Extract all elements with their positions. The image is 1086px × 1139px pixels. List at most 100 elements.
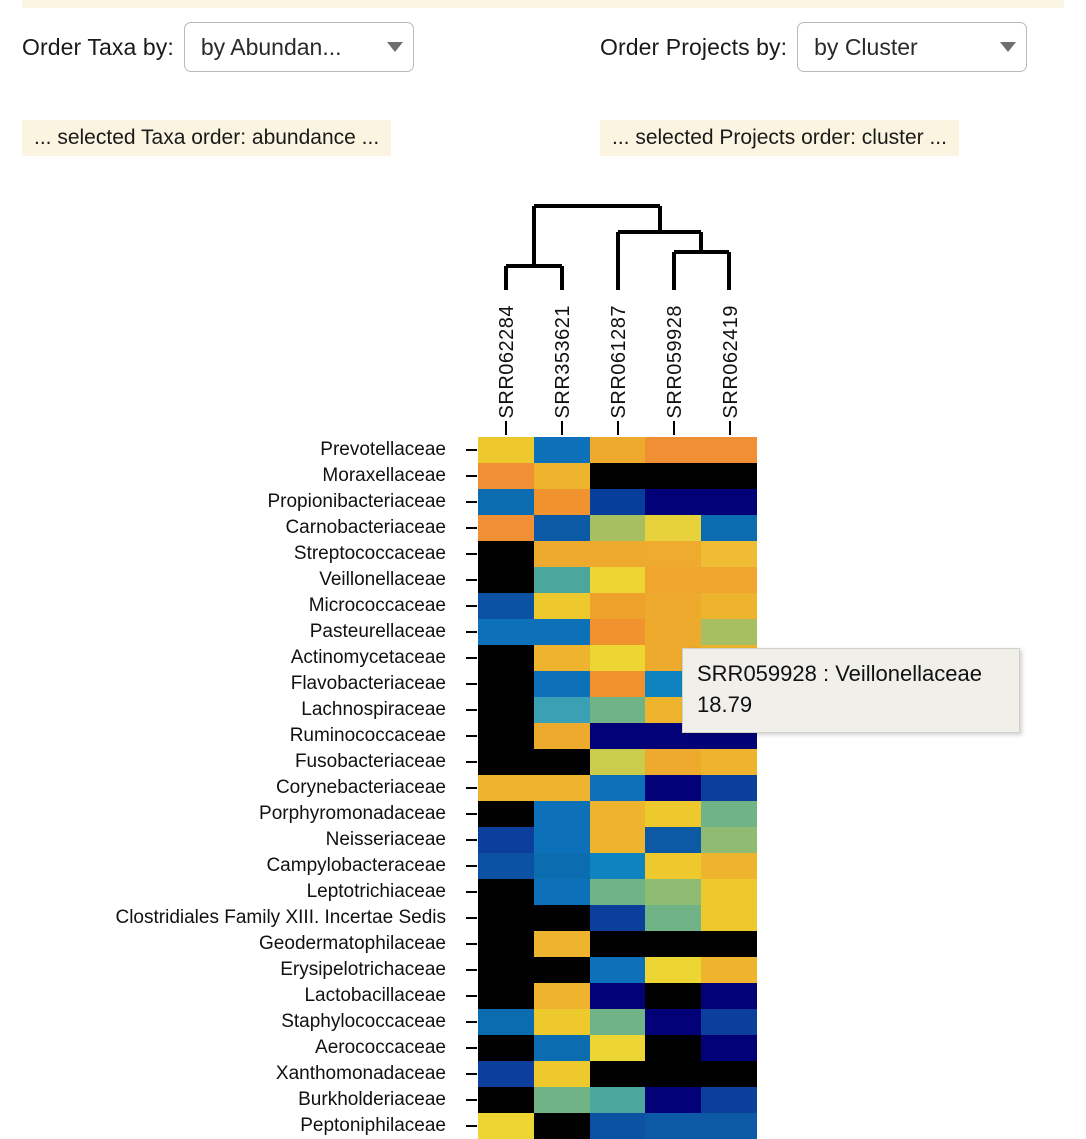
heatmap-cell[interactable] xyxy=(701,749,757,775)
heatmap-cell[interactable] xyxy=(645,905,702,931)
heatmap-cell[interactable] xyxy=(533,489,590,515)
heatmap-cell[interactable] xyxy=(645,775,702,801)
heatmap-cell[interactable] xyxy=(645,567,702,593)
heatmap-cell[interactable] xyxy=(478,1087,534,1113)
heatmap-cell[interactable] xyxy=(645,957,702,983)
heatmap-cell[interactable] xyxy=(533,1087,590,1113)
heatmap-cell[interactable] xyxy=(478,827,534,853)
heatmap-cell[interactable] xyxy=(589,593,646,619)
heatmap-cell[interactable] xyxy=(533,853,590,879)
heatmap-cell[interactable] xyxy=(478,567,534,593)
heatmap-cell[interactable] xyxy=(701,593,757,619)
heatmap-cell[interactable] xyxy=(478,853,534,879)
heatmap-cell[interactable] xyxy=(701,541,757,567)
heatmap-cell[interactable] xyxy=(701,931,757,957)
heatmap-cell[interactable] xyxy=(533,957,590,983)
heatmap-cell[interactable] xyxy=(589,749,646,775)
heatmap-cell[interactable] xyxy=(701,1087,757,1113)
heatmap-cell[interactable] xyxy=(701,801,757,827)
heatmap-cell[interactable] xyxy=(589,1035,646,1061)
heatmap-cell[interactable] xyxy=(533,567,590,593)
heatmap-cell[interactable] xyxy=(589,931,646,957)
heatmap-cell[interactable] xyxy=(533,723,590,749)
heatmap-cell[interactable] xyxy=(478,749,534,775)
heatmap-cell[interactable] xyxy=(478,1035,534,1061)
heatmap-cell[interactable] xyxy=(645,931,702,957)
heatmap-cell[interactable] xyxy=(533,775,590,801)
heatmap-cell[interactable] xyxy=(478,697,534,723)
heatmap-cell[interactable] xyxy=(701,905,757,931)
heatmap-cell[interactable] xyxy=(701,619,757,645)
heatmap-cell[interactable] xyxy=(645,1009,702,1035)
heatmap-cell[interactable] xyxy=(478,619,534,645)
heatmap-cell[interactable] xyxy=(645,1113,702,1139)
heatmap-cell[interactable] xyxy=(645,853,702,879)
heatmap-cell[interactable] xyxy=(478,593,534,619)
heatmap-cell[interactable] xyxy=(589,879,646,905)
heatmap-cell[interactable] xyxy=(478,905,534,931)
heatmap-cell[interactable] xyxy=(478,463,534,489)
heatmap-cell[interactable] xyxy=(645,1087,702,1113)
heatmap-cell[interactable] xyxy=(478,879,534,905)
heatmap-cell[interactable] xyxy=(701,1113,757,1139)
heatmap-cell[interactable] xyxy=(533,697,590,723)
heatmap-cell[interactable] xyxy=(589,1113,646,1139)
heatmap-cell[interactable] xyxy=(645,541,702,567)
heatmap-cell[interactable] xyxy=(645,463,702,489)
heatmap-cell[interactable] xyxy=(701,853,757,879)
heatmap-cell[interactable] xyxy=(533,437,590,463)
heatmap-cell[interactable] xyxy=(645,619,702,645)
heatmap-cell[interactable] xyxy=(478,489,534,515)
heatmap-cell[interactable] xyxy=(589,567,646,593)
heatmap-cell[interactable] xyxy=(701,957,757,983)
heatmap-cell[interactable] xyxy=(589,671,646,697)
heatmap-cell[interactable] xyxy=(589,463,646,489)
heatmap-cell[interactable] xyxy=(701,1035,757,1061)
heatmap-cell[interactable] xyxy=(478,801,534,827)
heatmap-cell[interactable] xyxy=(589,827,646,853)
heatmap-cell[interactable] xyxy=(478,671,534,697)
heatmap-cell[interactable] xyxy=(645,827,702,853)
heatmap-cell[interactable] xyxy=(478,1009,534,1035)
heatmap-cell[interactable] xyxy=(533,1035,590,1061)
heatmap-cell[interactable] xyxy=(589,1009,646,1035)
heatmap-cell[interactable] xyxy=(589,983,646,1009)
heatmap-cell[interactable] xyxy=(533,593,590,619)
heatmap-cell[interactable] xyxy=(701,983,757,1009)
heatmap-cell[interactable] xyxy=(478,775,534,801)
heatmap-cell[interactable] xyxy=(589,489,646,515)
heatmap-cell[interactable] xyxy=(589,905,646,931)
heatmap-cell[interactable] xyxy=(533,515,590,541)
heatmap-cell[interactable] xyxy=(533,931,590,957)
heatmap-cell[interactable] xyxy=(478,1061,534,1087)
heatmap-cell[interactable] xyxy=(533,983,590,1009)
heatmap-cell[interactable] xyxy=(589,697,646,723)
heatmap-cell[interactable] xyxy=(478,983,534,1009)
heatmap-cell[interactable] xyxy=(478,957,534,983)
heatmap-cell[interactable] xyxy=(701,775,757,801)
heatmap-grid[interactable] xyxy=(478,437,757,1139)
heatmap-cell[interactable] xyxy=(533,1061,590,1087)
heatmap-cell[interactable] xyxy=(478,541,534,567)
heatmap-cell[interactable] xyxy=(533,905,590,931)
heatmap-cell[interactable] xyxy=(533,749,590,775)
heatmap-cell[interactable] xyxy=(589,1061,646,1087)
heatmap-cell[interactable] xyxy=(533,463,590,489)
heatmap-cell[interactable] xyxy=(533,645,590,671)
heatmap-cell[interactable] xyxy=(533,827,590,853)
heatmap-cell[interactable] xyxy=(533,541,590,567)
heatmap-cell[interactable] xyxy=(701,879,757,905)
heatmap-cell[interactable] xyxy=(533,1009,590,1035)
heatmap-cell[interactable] xyxy=(701,827,757,853)
heatmap-cell[interactable] xyxy=(478,931,534,957)
heatmap-cell[interactable] xyxy=(589,437,646,463)
heatmap-cell[interactable] xyxy=(478,1113,534,1139)
heatmap-cell[interactable] xyxy=(645,1035,702,1061)
heatmap-cell[interactable] xyxy=(589,853,646,879)
heatmap-cell[interactable] xyxy=(589,541,646,567)
heatmap-cell[interactable] xyxy=(701,1061,757,1087)
heatmap-cell[interactable] xyxy=(701,437,757,463)
heatmap-cell[interactable] xyxy=(589,723,646,749)
heatmap-cell[interactable] xyxy=(645,489,702,515)
heatmap-cell[interactable] xyxy=(589,775,646,801)
